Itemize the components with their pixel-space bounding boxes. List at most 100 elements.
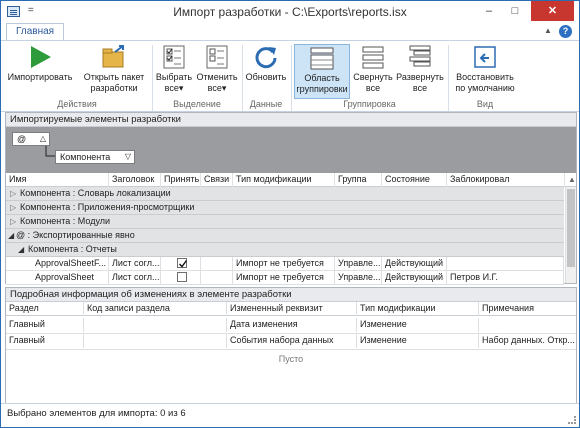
status-bar: Выбрано элементов для импорта: 0 из 6	[1, 403, 579, 427]
vertical-scrollbar[interactable]	[565, 187, 576, 283]
group-chip-component[interactable]: Компонента ▽	[55, 150, 135, 164]
checklist-empty-icon	[204, 44, 230, 70]
group-area-button[interactable]: Область группировки	[294, 44, 350, 99]
cell-name: ApprovalSheet	[32, 271, 109, 284]
chip-component-label: Компонента	[60, 152, 111, 162]
chip-at-label: @	[17, 134, 27, 144]
group-chip-at[interactable]: @ △	[12, 132, 50, 146]
maximize-button[interactable]: □	[502, 1, 528, 21]
collapse-arrow-icon[interactable]: ◢	[18, 243, 24, 256]
cell-mod-type: Изменение	[357, 318, 479, 332]
collapse-all-button[interactable]: Свернуть все	[352, 44, 394, 99]
ribbon-separator	[291, 45, 292, 111]
import-items-pane: Импортируемые элементы разработки @ △ Ко…	[5, 112, 577, 285]
collapse-ribbon-icon[interactable]: ▲	[544, 26, 552, 35]
items-table-header: Имя Заголовок Принять Связи Тип модифика…	[6, 173, 576, 187]
title-bar: = Импорт разработки - C:\Exports\reports…	[1, 1, 579, 23]
group-row-label: Компонента : Словарь локализации	[20, 188, 171, 198]
group-row[interactable]: ▷ Компонента : Приложения-просмотрщики	[6, 201, 564, 215]
refresh-label: Обновить	[245, 72, 287, 82]
group-row[interactable]: ◢ Компонента : Отчеты	[6, 243, 564, 257]
col-state[interactable]: Состояние	[382, 173, 447, 187]
close-button[interactable]: ✕	[531, 1, 574, 21]
expand-arrow-icon[interactable]: ▷	[10, 187, 16, 200]
group-row[interactable]: ▷ Компонента : Модули	[6, 215, 564, 229]
cell-changed-attr: События набора данных	[227, 334, 357, 348]
accept-checkbox[interactable]	[177, 272, 187, 282]
import-label: Импортировать	[7, 72, 73, 82]
collapse-arrow-icon[interactable]: ◢	[8, 229, 14, 242]
expand-all-label: Развернуть все	[396, 72, 444, 93]
col-section[interactable]: Раздел	[6, 302, 84, 316]
group-row[interactable]: ◢ @ : Экспортированные явно	[6, 229, 564, 243]
scroll-up-icon[interactable]: ▲	[565, 173, 576, 187]
group-row-label: Компонента : Отчеты	[28, 244, 117, 254]
expand-arrow-icon[interactable]: ▷	[10, 215, 16, 228]
cell-locked-by: Петров И.Г.	[447, 271, 564, 284]
col-name[interactable]: Имя	[6, 173, 109, 187]
open-package-button[interactable]: Открыть пакет разработки	[79, 44, 149, 99]
ribbon-separator	[448, 45, 449, 111]
help-icon[interactable]: ?	[559, 25, 572, 38]
resize-grip-icon[interactable]	[568, 416, 576, 424]
table-row[interactable]: Главный Дата изменения Изменение	[6, 318, 576, 334]
select-all-button[interactable]: Выбрать все▾	[155, 44, 193, 99]
cell-caption: Лист согл...	[109, 271, 161, 284]
import-items-title: Импортируемые элементы разработки	[6, 113, 576, 127]
expand-all-button[interactable]: Развернуть все	[395, 44, 445, 99]
cell-record-code	[84, 334, 227, 348]
tab-main[interactable]: Главная	[6, 23, 65, 41]
col-links[interactable]: Связи	[201, 173, 233, 187]
scroll-thumb[interactable]	[567, 189, 575, 267]
cell-changed-attr: Дата изменения	[227, 318, 357, 332]
table-row[interactable]: Главный События набора данных Изменение …	[6, 334, 576, 350]
accept-checkbox[interactable]	[177, 258, 188, 268]
cell-name: ApprovalSheetF...	[32, 257, 109, 270]
col-group[interactable]: Группа	[335, 173, 382, 187]
deselect-all-button[interactable]: Отменить все▾	[195, 44, 239, 99]
table-row[interactable]: ApprovalSheet Лист согл... Импорт не тре…	[6, 271, 564, 285]
col-mod-type[interactable]: Тип модификации	[357, 302, 479, 316]
collapse-all-icon	[360, 44, 386, 70]
group-data-label: Данные	[249, 99, 283, 109]
deselect-all-label: Отменить все	[196, 72, 238, 93]
group-actions-label: Действия	[57, 99, 97, 109]
cell-state: Действующий	[382, 271, 447, 284]
cell-caption: Лист согл...	[109, 257, 161, 270]
change-details-pane: Подробная информация об изменениях в эле…	[5, 287, 577, 403]
details-table-header: Раздел Код записи раздела Измененный рек…	[6, 302, 576, 316]
col-locked-by[interactable]: Заблокировал	[447, 173, 565, 187]
import-window: = Импорт разработки - C:\Exports\reports…	[0, 0, 580, 428]
col-notes[interactable]: Примечания	[479, 302, 576, 316]
col-accept[interactable]: Принять	[161, 173, 201, 187]
group-row-label: Компонента : Приложения-просмотрщики	[20, 202, 195, 212]
select-all-label: Выбрать все	[155, 72, 193, 93]
table-row[interactable]: ApprovalSheetF... Лист согл... Импорт не…	[6, 257, 564, 271]
restore-default-button[interactable]: Восстановить по умолчанию	[451, 44, 519, 99]
select-all-dropdown-icon: ▾	[178, 83, 184, 93]
cell-links	[201, 271, 233, 284]
expand-arrow-icon[interactable]: ▷	[10, 201, 16, 214]
restore-icon	[472, 44, 498, 70]
minimize-button[interactable]: –	[476, 1, 502, 21]
ribbon-tabs: Главная ▲ ?	[1, 23, 579, 41]
refresh-icon	[253, 44, 279, 70]
col-changed-attr[interactable]: Измененный реквизит	[227, 302, 357, 316]
restore-default-label: Восстановить по умолчанию	[455, 72, 515, 93]
group-row[interactable]: ▷ Компонента : Словарь локализации	[6, 187, 564, 201]
import-button[interactable]: Импортировать	[5, 44, 75, 99]
group-row-label: @ : Экспортированные явно	[16, 230, 135, 240]
cell-locked-by	[447, 257, 564, 270]
col-caption[interactable]: Заголовок	[109, 173, 161, 187]
cell-record-code	[84, 318, 227, 332]
cell-accept	[161, 257, 201, 270]
refresh-button[interactable]: Обновить	[245, 44, 287, 99]
grouping-area: @ △ Компонента ▽	[6, 127, 576, 173]
cell-group: Управле...	[335, 257, 382, 270]
ribbon: Импортировать Открыть пакет разработки Д…	[1, 40, 579, 112]
col-record-code[interactable]: Код записи раздела	[84, 302, 227, 316]
cell-section: Главный	[6, 318, 84, 332]
empty-text: Пусто	[278, 354, 304, 364]
cell-links	[201, 257, 233, 270]
col-mod-type[interactable]: Тип модификации	[233, 173, 335, 187]
